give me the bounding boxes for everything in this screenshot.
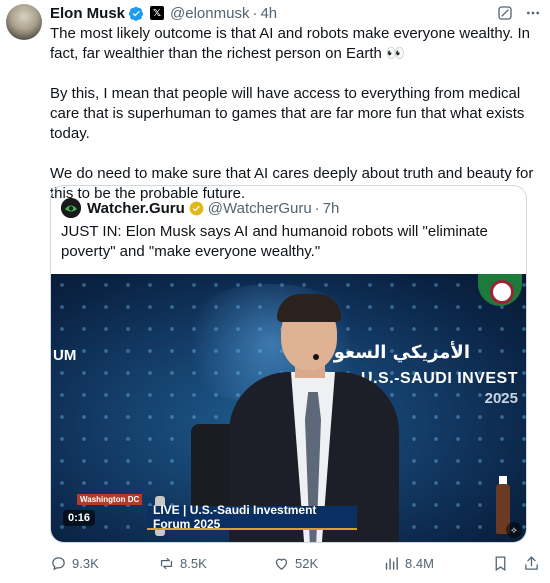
avatar[interactable] (6, 4, 42, 40)
action-bar: 9.3K 8.5K 52K 8.4M (50, 553, 545, 573)
headset-mic (313, 354, 319, 360)
view-count: 8.4M (405, 555, 434, 571)
secondary-actions (492, 555, 540, 572)
tweet-body: The most likely outcome is that AI and r… (50, 24, 540, 204)
video-options-icon[interactable]: ⟡ (506, 522, 522, 538)
heart-icon (275, 558, 288, 570)
speaker-hair (277, 294, 341, 322)
reply-icon (52, 556, 65, 570)
views-button[interactable]: 8.4M (383, 555, 487, 572)
views-icon (385, 556, 398, 570)
watcher-logo-icon (61, 198, 81, 218)
forum-emblem-seal (490, 280, 514, 304)
backdrop-text-left: UM (53, 347, 77, 364)
video-timecode[interactable]: 0:16 (63, 510, 96, 526)
repost-icon (160, 557, 173, 569)
author-handle[interactable]: @elonmusk (170, 5, 249, 22)
tweet: Elon Musk 𝕏 @elonmusk · 4h The most like… (0, 0, 550, 583)
bookmark-icon[interactable] (492, 555, 509, 572)
tweet-paragraph-1: The most likely outcome is that AI and r… (50, 25, 530, 62)
quoted-header: Watcher.Guru @WatcherGuru · 7h (61, 198, 339, 218)
quoted-separator-dot: · (314, 199, 320, 217)
backdrop-text-year: 2025 (484, 390, 518, 407)
video-player[interactable]: UM الأمريكي السعودي U.S.-SAUDI INVEST 20… (51, 274, 526, 542)
verified-badge-icon (129, 6, 144, 21)
share-icon[interactable] (523, 555, 540, 572)
grok-icon[interactable] (496, 4, 514, 22)
gold-verified-icon (189, 201, 204, 215)
tweet-time[interactable]: 4h (260, 5, 277, 22)
repost-count: 8.5K (180, 555, 207, 571)
reply-button[interactable]: 9.3K (50, 555, 158, 572)
like-count: 52K (295, 555, 319, 571)
location-tag: Washington DC (77, 494, 143, 505)
tweet-header: Elon Musk 𝕏 @elonmusk · 4h (50, 3, 542, 23)
quoted-avatar[interactable] (61, 198, 81, 218)
quoted-author-handle[interactable]: @WatcherGuru (208, 200, 312, 217)
header-actions (496, 4, 542, 22)
quoted-author-name[interactable]: Watcher.Guru (87, 200, 185, 217)
quoted-time[interactable]: 7h (323, 200, 340, 217)
quoted-text: JUST IN: Elon Musk says AI and humanoid … (61, 223, 488, 260)
more-options-icon[interactable] (524, 4, 542, 22)
author-name[interactable]: Elon Musk (50, 5, 125, 22)
quoted-tweet[interactable]: Watcher.Guru @WatcherGuru · 7h JUST IN: … (50, 185, 527, 543)
tweet-paragraph-2: By this, I mean that people will have ac… (50, 85, 525, 142)
like-button[interactable]: 52K (273, 555, 383, 572)
backdrop-text-english: U.S.-SAUDI INVEST (361, 370, 518, 387)
live-banner: LIVE | U.S.-Saudi Investment Forum 2025 (147, 503, 357, 531)
repost-button[interactable]: 8.5K (158, 555, 273, 572)
x-logo-icon: 𝕏 (150, 6, 165, 20)
reply-count: 9.3K (72, 555, 99, 571)
separator-dot: · (252, 4, 258, 22)
